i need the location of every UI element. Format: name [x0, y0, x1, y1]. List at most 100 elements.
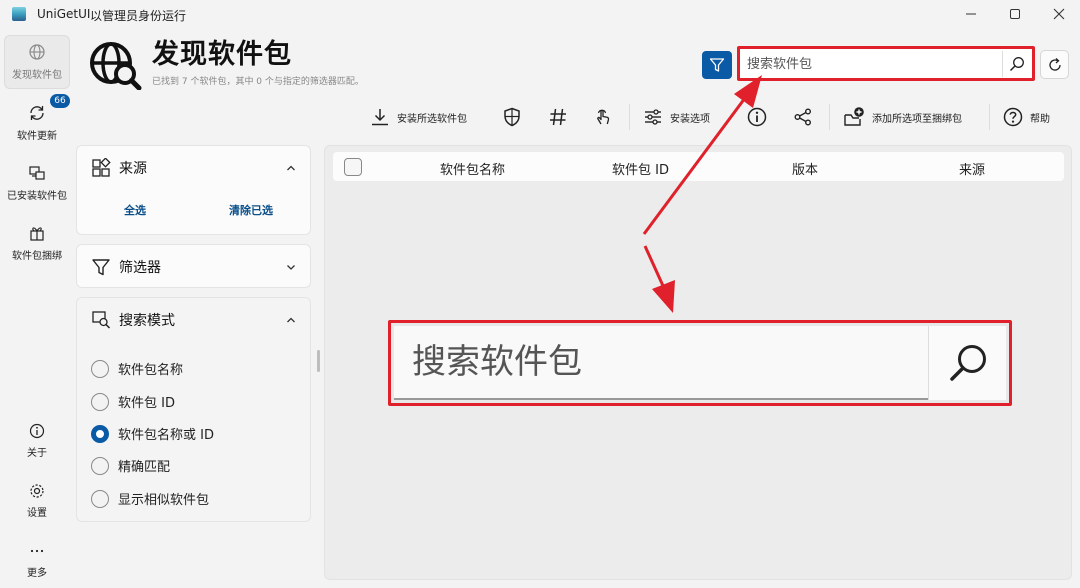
add-bundle-icon: [844, 107, 864, 126]
add-to-bundle-button[interactable]: 添加所选项至捆绑包: [843, 104, 962, 130]
search-box-zoom-callout: 搜索软件包: [388, 320, 1012, 406]
filters-panel[interactable]: 筛选器: [76, 244, 311, 288]
search-mode-option-selected[interactable]: 软件包名称或 ID: [91, 424, 214, 443]
radio-button-selected[interactable]: [91, 424, 109, 443]
search-mode-option-label: 软件包名称或 ID: [118, 428, 214, 443]
search-mode-option-label: 显示相似软件包: [118, 493, 210, 508]
filters-panel-title: 筛选器: [119, 260, 161, 276]
toolbar-divider: [629, 104, 630, 130]
sources-panel-header[interactable]: 来源: [91, 146, 147, 190]
share-icon: [794, 108, 811, 126]
discover-globe-icon: [88, 40, 142, 90]
column-header-id[interactable]: 软件包 ID: [612, 159, 669, 178]
radio-button[interactable]: [91, 456, 109, 475]
nav-bundles[interactable]: 软件包捆绑: [4, 216, 70, 270]
globe-icon: [29, 44, 45, 60]
app-logo-icon: [12, 7, 26, 21]
package-details-button[interactable]: [747, 104, 767, 130]
maximize-icon: [1010, 9, 1020, 19]
updates-count-badge: 66: [50, 94, 70, 108]
filter-toggle-button[interactable]: [702, 51, 732, 79]
touch-icon: [597, 109, 610, 125]
installed-packages-icon: [29, 166, 45, 180]
checksum-skip-button[interactable]: [548, 104, 568, 130]
sources-icon: [92, 158, 111, 177]
radio-button[interactable]: [91, 489, 109, 508]
nav-installed-label: 已安装软件包: [7, 191, 67, 202]
search-mode-option[interactable]: 精确匹配: [91, 456, 170, 475]
nav-more-label: 更多: [27, 568, 47, 579]
search-mode-panel-title: 搜索模式: [119, 313, 175, 329]
select-all-checkbox[interactable]: [344, 158, 362, 176]
search-mode-panel: 搜索模式 软件包名称 软件包 ID 软件包名称或 ID 精确匹配 显示相似软件包: [76, 297, 311, 522]
gear-icon: [30, 484, 44, 498]
search-button[interactable]: [1002, 51, 1030, 77]
radio-button[interactable]: [91, 359, 109, 378]
help-icon: [1003, 107, 1023, 127]
help-button[interactable]: 帮助: [1003, 104, 1050, 130]
radio-button[interactable]: [91, 392, 109, 411]
toolbar-divider: [829, 104, 830, 130]
hash-icon: [550, 108, 566, 126]
zoomed-search-button: [928, 326, 1006, 400]
column-header-name[interactable]: 软件包名称: [440, 159, 505, 178]
column-header-source[interactable]: 来源: [959, 159, 985, 178]
sources-panel-title: 来源: [119, 161, 147, 177]
install-options-button[interactable]: 安装选项: [643, 104, 710, 130]
chevron-down-icon[interactable]: [286, 262, 296, 272]
interactive-install-button[interactable]: [593, 104, 613, 130]
search-mode-option[interactable]: 软件包 ID: [91, 392, 175, 411]
nav-about[interactable]: 关于: [4, 414, 70, 468]
chevron-up-icon[interactable]: [286, 315, 296, 325]
download-icon: [372, 109, 388, 126]
add-to-bundle-label: 添加所选项至捆绑包: [872, 113, 962, 125]
panel-resize-handle[interactable]: [317, 350, 320, 372]
close-icon: [1053, 8, 1065, 20]
search-mode-option[interactable]: 软件包名称: [91, 359, 183, 378]
maximize-button[interactable]: [992, 0, 1038, 28]
nav-settings-label: 设置: [27, 508, 47, 519]
info-icon: [29, 423, 45, 439]
close-button[interactable]: [1036, 0, 1080, 28]
nav-discover[interactable]: 发现软件包: [4, 35, 70, 89]
install-options-label: 安装选项: [670, 113, 710, 125]
bundle-icon: [30, 227, 44, 241]
share-button[interactable]: [793, 104, 813, 130]
install-selected-label: 安装所选软件包: [397, 113, 467, 125]
sources-panel: 来源 全选 清除已选: [76, 145, 311, 235]
column-header-version[interactable]: 版本: [792, 159, 818, 178]
search-mode-icon: [92, 311, 111, 329]
filter-icon: [709, 58, 725, 72]
search-mode-option-label: 精确匹配: [118, 460, 171, 475]
zoomed-search-input: 搜索软件包: [394, 326, 929, 400]
search-box-highlight: [737, 46, 1035, 81]
nav-settings[interactable]: 设置: [4, 474, 70, 528]
search-mode-panel-header[interactable]: 搜索模式: [91, 298, 175, 342]
select-all-link[interactable]: 全选: [124, 202, 146, 218]
app-title: UniGetUI: [37, 7, 91, 21]
admin-install-button[interactable]: [502, 104, 522, 130]
nav-discover-label: 发现软件包: [12, 70, 62, 81]
search-icon: [1009, 57, 1024, 72]
filters-panel-header[interactable]: 筛选器: [91, 245, 161, 289]
help-label: 帮助: [1030, 113, 1050, 125]
chevron-up-icon[interactable]: [286, 163, 296, 173]
page-title: 发现软件包: [152, 39, 292, 70]
clear-selection-link[interactable]: 清除已选: [229, 202, 273, 218]
search-input[interactable]: [742, 51, 1004, 77]
sliders-icon: [645, 109, 661, 125]
reload-icon: [1048, 57, 1061, 71]
info-icon: [747, 107, 767, 127]
shield-icon: [504, 107, 520, 127]
install-selected-button[interactable]: 安装所选软件包: [370, 104, 467, 130]
nav-more[interactable]: 更多: [4, 534, 70, 588]
filter-icon: [92, 259, 110, 276]
search-icon: [949, 345, 986, 381]
nav-bundles-label: 软件包捆绑: [12, 251, 62, 262]
reload-button[interactable]: [1040, 50, 1069, 79]
minimize-button[interactable]: [948, 0, 994, 28]
search-mode-option-label: 软件包名称: [118, 363, 184, 378]
search-mode-option[interactable]: 显示相似软件包: [91, 489, 209, 508]
nav-installed[interactable]: 已安装软件包: [4, 156, 70, 210]
table-header: 软件包名称 软件包 ID 版本 来源: [333, 152, 1064, 181]
